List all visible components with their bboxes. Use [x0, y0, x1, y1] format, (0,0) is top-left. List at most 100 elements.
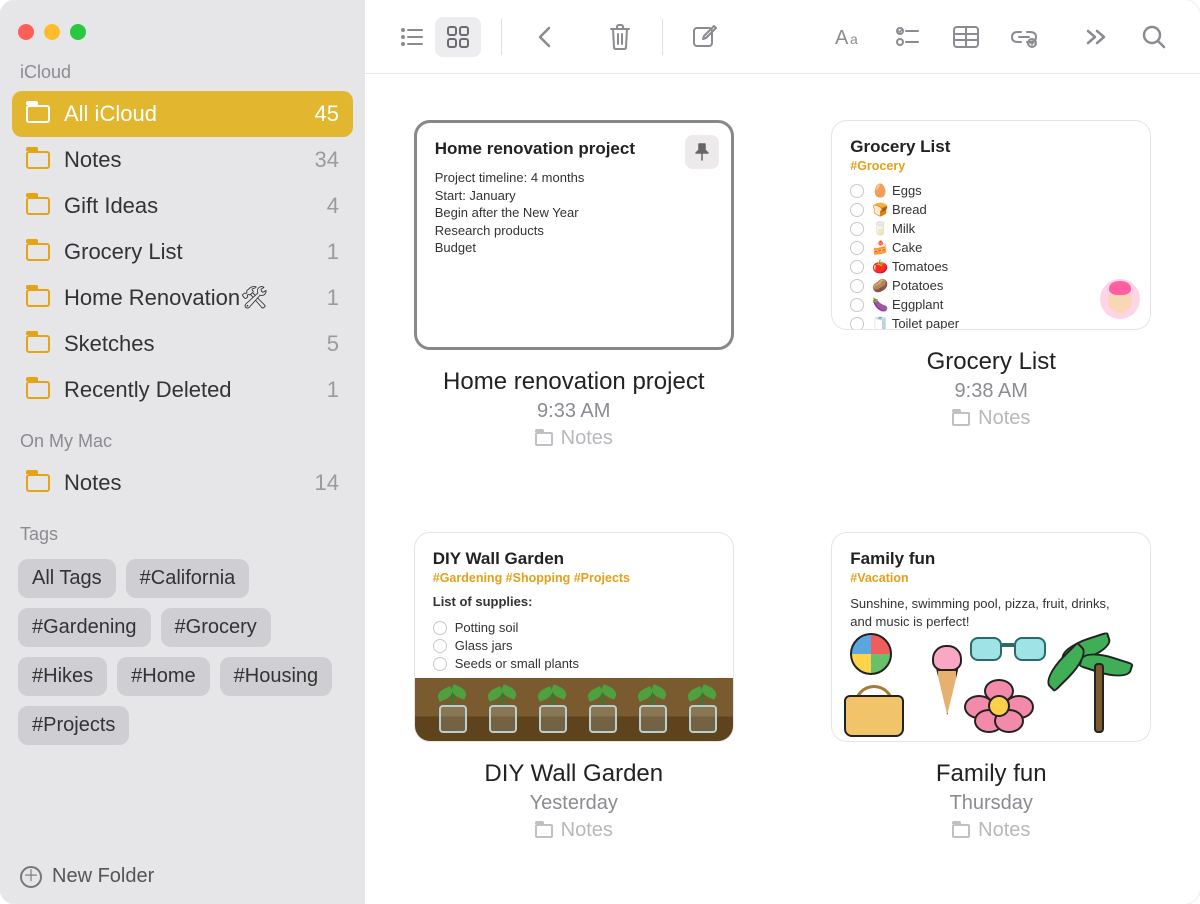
- notes-window: iCloudAll iCloud45Notes34Gift Ideas4Groc…: [0, 0, 1200, 904]
- note-card[interactable]: DIY Wall Garden#Gardening #Shopping #Pro…: [414, 532, 734, 742]
- note-time: 9:38 AM: [955, 380, 1028, 403]
- card-title: Grocery List: [850, 137, 1132, 157]
- new-folder-button[interactable]: ＋ New Folder: [12, 859, 353, 894]
- card-title: Home renovation project: [435, 139, 713, 159]
- folder-icon: [26, 105, 50, 123]
- checkbox-icon: [850, 298, 864, 312]
- folder-row[interactable]: All iCloud45: [12, 91, 353, 137]
- folder-icon: [26, 197, 50, 215]
- note-title: Grocery List: [927, 348, 1056, 376]
- table-button[interactable]: [944, 17, 988, 57]
- section-label: iCloud: [12, 62, 353, 91]
- checkbox-icon: [433, 639, 447, 653]
- note-title: Family fun: [936, 760, 1047, 788]
- checklist-item: 🧻 Toilet paper: [850, 314, 1132, 330]
- checklist-item: 🥚 Eggs: [850, 181, 1132, 200]
- shared-avatar: [1100, 279, 1140, 319]
- note-card[interactable]: Family fun#VacationSunshine, swimming po…: [831, 532, 1151, 742]
- list-view-button[interactable]: [389, 17, 435, 57]
- format-button[interactable]: Aa: [828, 17, 872, 57]
- delete-button[interactable]: [598, 17, 642, 57]
- checklist-text: 🧻 Toilet paper: [872, 316, 959, 331]
- note-title: Home renovation project: [443, 368, 704, 396]
- folder-icon: [26, 474, 50, 492]
- card-body: Project timeline: 4 monthsStart: January…: [435, 169, 713, 257]
- folder-count: 14: [315, 470, 339, 496]
- gallery-view-button[interactable]: [435, 17, 481, 57]
- folder-count: 1: [327, 285, 339, 311]
- note-folder-label: Notes: [978, 819, 1030, 842]
- note-folder-label: Notes: [561, 427, 613, 450]
- section-label: On My Mac: [12, 431, 353, 460]
- search-button[interactable]: [1132, 17, 1176, 57]
- note-folder: Notes: [535, 427, 613, 450]
- folder-row[interactable]: Home Renovation🛠1: [12, 275, 353, 321]
- folder-row[interactable]: Notes14: [12, 460, 353, 506]
- note-folder: Notes: [952, 407, 1030, 430]
- checklist-text: 🥔 Potatoes: [872, 278, 943, 294]
- folder-name: Notes: [64, 147, 301, 173]
- checklist-text: 🍞 Bread: [872, 202, 927, 218]
- tag[interactable]: All Tags: [18, 559, 116, 598]
- checklist-item: 🍞 Bread: [850, 200, 1132, 219]
- checklist-item: Seeds or small plants: [433, 655, 715, 673]
- folder-row[interactable]: Sketches5: [12, 321, 353, 367]
- card-title: Family fun: [850, 549, 1132, 569]
- tag[interactable]: #Housing: [220, 657, 333, 696]
- tag[interactable]: #Grocery: [161, 608, 271, 647]
- note-card[interactable]: Grocery List#Grocery🥚 Eggs🍞 Bread🥛 Milk🍰…: [831, 120, 1151, 330]
- card-title: DIY Wall Garden: [433, 549, 715, 569]
- checklist: 🥚 Eggs🍞 Bread🥛 Milk🍰 Cake🍅 Tomatoes🥔 Pot…: [850, 181, 1132, 330]
- tag[interactable]: #Projects: [18, 706, 129, 745]
- folder-row[interactable]: Recently Deleted1: [12, 367, 353, 413]
- notes-grid: Home renovation project Project timeline:…: [365, 74, 1200, 904]
- checkbox-icon: [850, 260, 864, 274]
- folder-icon: [26, 151, 50, 169]
- zoom-icon[interactable]: [70, 24, 86, 40]
- minimize-icon[interactable]: [44, 24, 60, 40]
- checkbox-icon: [433, 621, 447, 635]
- window-controls: [12, 18, 353, 62]
- note-item: DIY Wall Garden#Gardening #Shopping #Pro…: [405, 532, 743, 884]
- new-note-button[interactable]: [683, 17, 727, 57]
- checklist-text: 🍰 Cake: [872, 240, 922, 256]
- close-icon[interactable]: [18, 24, 34, 40]
- checklist-button[interactable]: [886, 17, 930, 57]
- note-card[interactable]: Home renovation project Project timeline:…: [414, 120, 734, 350]
- svg-text:A: A: [835, 27, 849, 49]
- folder-icon: [26, 335, 50, 353]
- link-button[interactable]: [1002, 17, 1046, 57]
- plus-circle-icon: ＋: [20, 866, 42, 888]
- checklist-item: 🍆 Eggplant: [850, 295, 1132, 314]
- tag[interactable]: #Hikes: [18, 657, 107, 696]
- checklist-text: Potting soil: [455, 620, 519, 635]
- sidebar: iCloudAll iCloud45Notes34Gift Ideas4Groc…: [0, 0, 365, 904]
- note-item: Family fun#VacationSunshine, swimming po…: [823, 532, 1161, 884]
- back-button[interactable]: [522, 17, 566, 57]
- folder-icon: [535, 824, 553, 838]
- checkbox-icon: [850, 317, 864, 331]
- checklist-text: Glass jars: [455, 638, 513, 653]
- view-toggle: [389, 17, 481, 57]
- folder-name: Recently Deleted: [64, 377, 313, 403]
- checklist-item: Potting soil: [433, 619, 715, 637]
- folder-icon: [26, 243, 50, 261]
- tag[interactable]: #Home: [117, 657, 209, 696]
- note-time: Thursday: [950, 792, 1033, 815]
- folder-name: All iCloud: [64, 101, 301, 127]
- folder-row[interactable]: Grocery List1: [12, 229, 353, 275]
- tag[interactable]: #Gardening: [18, 608, 151, 647]
- checkbox-icon: [850, 241, 864, 255]
- checklist-item: 🍰 Cake: [850, 238, 1132, 257]
- folder-icon: [26, 289, 50, 307]
- note-item: Home renovation project Project timeline:…: [405, 120, 743, 492]
- note-folder: Notes: [952, 819, 1030, 842]
- checkbox-icon: [850, 184, 864, 198]
- tags-label: Tags: [12, 524, 353, 553]
- folder-name: Gift Ideas: [64, 193, 313, 219]
- tag[interactable]: #California: [126, 559, 250, 598]
- more-button[interactable]: [1074, 17, 1118, 57]
- folder-row[interactable]: Notes34: [12, 137, 353, 183]
- folder-row[interactable]: Gift Ideas4: [12, 183, 353, 229]
- card-subhead: List of supplies:: [433, 593, 715, 611]
